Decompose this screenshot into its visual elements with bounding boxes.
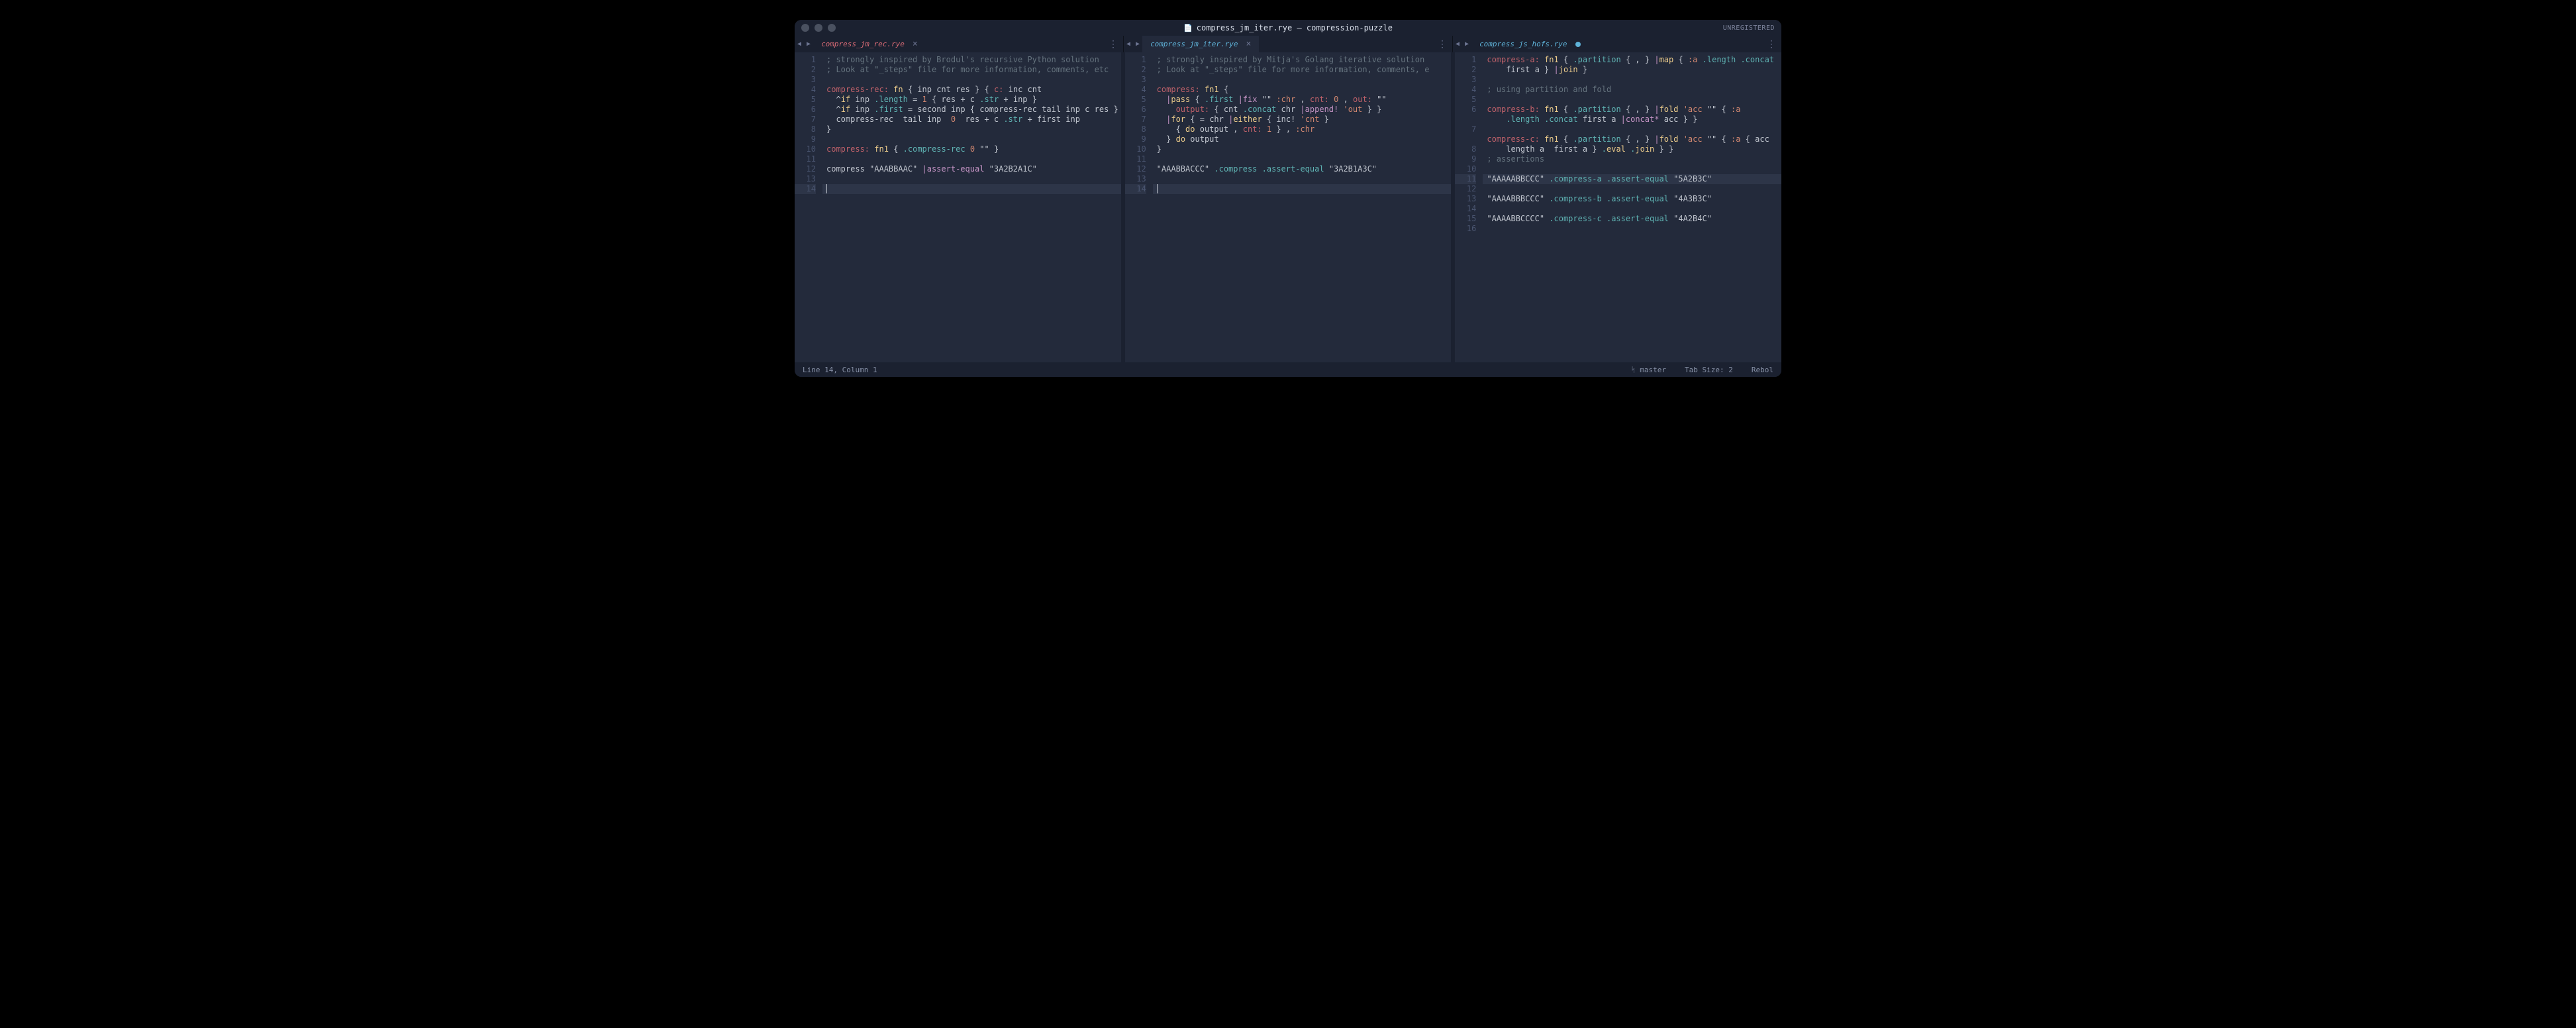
pane2: 1234567891011121314 ; strongly inspired … bbox=[1125, 52, 1456, 362]
tab-compress-jm-iter[interactable]: compress_jm_iter.rye × bbox=[1142, 36, 1259, 52]
window-title: 📄 compress_jm_iter.rye — compression-puz… bbox=[1183, 23, 1393, 32]
syntax-mode[interactable]: Rebol bbox=[1752, 366, 1773, 374]
pane2-gutter: 1234567891011121314 bbox=[1125, 52, 1153, 362]
git-branch[interactable]: ᛋ master bbox=[1631, 366, 1666, 374]
title-text: compress_jm_iter.rye — compression-puzzl… bbox=[1197, 23, 1393, 32]
maximize-window-button[interactable] bbox=[828, 24, 836, 32]
tab-size[interactable]: Tab Size: 2 bbox=[1685, 366, 1733, 374]
branch-name: master bbox=[1640, 366, 1666, 374]
modified-dot-icon bbox=[1575, 42, 1581, 47]
file-icon: 📄 bbox=[1183, 24, 1193, 32]
statusbar: Line 14, Column 1 ᛋ master Tab Size: 2 R… bbox=[795, 362, 1781, 377]
minimize-window-button[interactable] bbox=[815, 24, 822, 32]
pane2-code[interactable]: ; strongly inspired by Mitja's Golang it… bbox=[1153, 52, 1452, 362]
tab-prev-icon[interactable]: ◀ bbox=[1124, 40, 1133, 48]
tab-label: compress_jm_rec.rye bbox=[821, 40, 905, 48]
pane1: 1234567891011121314 ; strongly inspired … bbox=[795, 52, 1125, 362]
tab-overflow-icon[interactable]: ⋮ bbox=[1432, 39, 1452, 50]
cursor-position-text: Line 14, Column 1 bbox=[803, 366, 877, 374]
pane3-code[interactable]: compress-a: fn1 { .partition { , } |map … bbox=[1483, 52, 1781, 362]
window-controls bbox=[801, 24, 836, 32]
pane1-code[interactable]: ; strongly inspired by Brodul's recursiv… bbox=[822, 52, 1121, 362]
tab-next-icon[interactable]: ▶ bbox=[1462, 40, 1471, 48]
tab-prev-icon[interactable]: ◀ bbox=[795, 40, 804, 48]
branch-icon: ᛋ bbox=[1631, 366, 1636, 374]
registration-status: UNREGISTERED bbox=[1723, 25, 1775, 32]
pane3: 12345678910111213141516 compress-a: fn1 … bbox=[1455, 52, 1781, 362]
tab-label: compress_jm_iter.rye bbox=[1150, 40, 1238, 48]
pane1-gutter: 1234567891011121314 bbox=[795, 52, 822, 362]
tab-next-icon[interactable]: ▶ bbox=[1133, 40, 1142, 48]
editor-panes: 1234567891011121314 ; strongly inspired … bbox=[795, 52, 1781, 362]
tab-row: ◀ ▶ compress_jm_rec.rye × ⋮ ◀ ▶ compress… bbox=[795, 36, 1781, 52]
close-window-button[interactable] bbox=[801, 24, 809, 32]
tab-compress-js-hofs[interactable]: compress_js_hofs.rye bbox=[1471, 36, 1588, 52]
tab-close-icon[interactable]: × bbox=[1246, 39, 1252, 49]
tab-compress-jm-rec[interactable]: compress_jm_rec.rye × bbox=[813, 36, 926, 52]
titlebar: 📄 compress_jm_iter.rye — compression-puz… bbox=[795, 20, 1781, 36]
pane1-tabstrip: ◀ ▶ compress_jm_rec.rye × ⋮ bbox=[795, 36, 1124, 52]
pane2-tabstrip: ◀ ▶ compress_jm_iter.rye × ⋮ bbox=[1124, 36, 1453, 52]
pane3-gutter: 12345678910111213141516 bbox=[1455, 52, 1483, 362]
tab-overflow-icon[interactable]: ⋮ bbox=[1103, 39, 1123, 50]
pane3-tabstrip: ◀ ▶ compress_js_hofs.rye ⋮ bbox=[1453, 36, 1781, 52]
tab-label: compress_js_hofs.rye bbox=[1479, 40, 1567, 48]
cursor-position[interactable]: Line 14, Column 1 bbox=[803, 366, 877, 374]
tab-prev-icon[interactable]: ◀ bbox=[1453, 40, 1462, 48]
editor-window: 📄 compress_jm_iter.rye — compression-puz… bbox=[795, 20, 1781, 377]
tab-close-icon[interactable]: × bbox=[913, 39, 918, 49]
tab-next-icon[interactable]: ▶ bbox=[804, 40, 813, 48]
tab-overflow-icon[interactable]: ⋮ bbox=[1761, 39, 1781, 50]
